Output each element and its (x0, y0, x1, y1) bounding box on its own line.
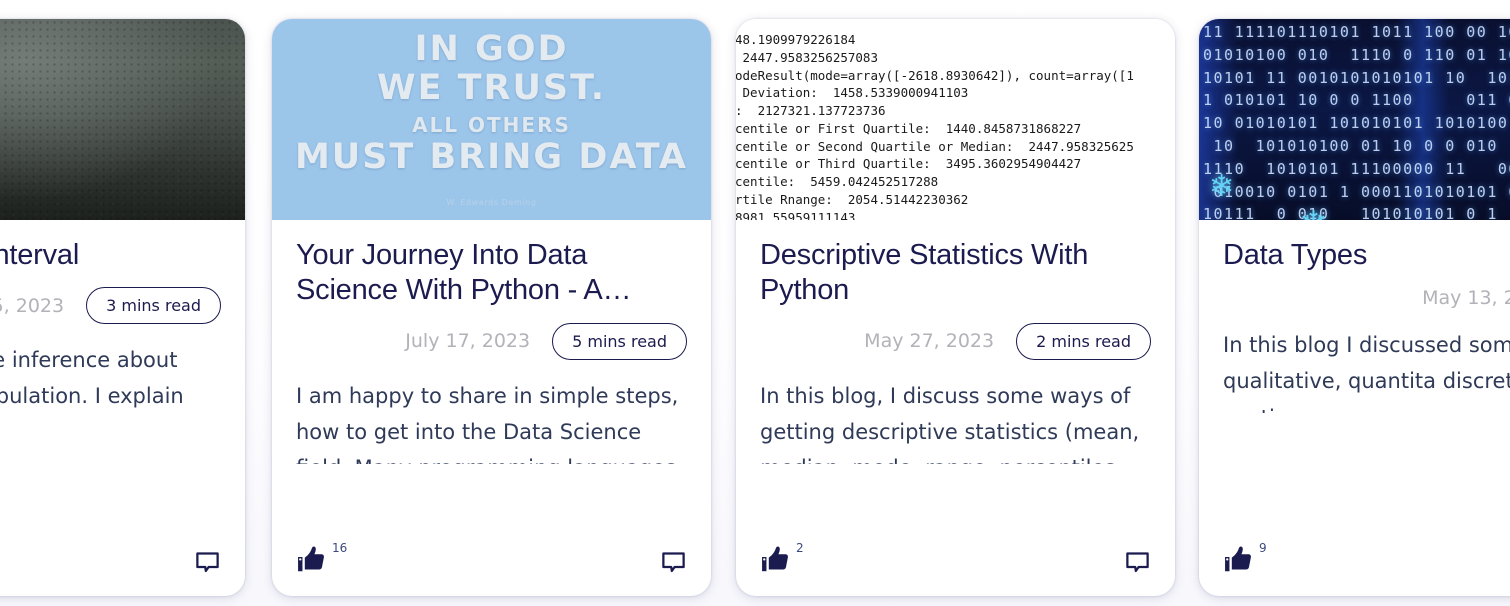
like-group[interactable]: 2 (760, 541, 804, 576)
like-group[interactable]: 16 (296, 541, 348, 576)
publish-date: May 27, 2023 (864, 330, 995, 353)
card-cover-image: 48.1909979226184 2447.9583256257083 odeR… (736, 19, 1175, 220)
quote-line-3: ALL OTHERS (412, 113, 571, 138)
card-footer (0, 538, 245, 596)
like-group[interactable]: 9 (1223, 541, 1267, 576)
publish-date: July 17, 2023 (405, 330, 531, 353)
thumb-up-icon[interactable] (296, 543, 329, 576)
quote-line-2: WE TRUST. (376, 68, 606, 109)
like-count: 16 (332, 541, 348, 555)
thumb-up-icon[interactable] (760, 543, 793, 576)
like-count: 9 (1259, 541, 1267, 555)
quote-attribution: W. Edwards Deming (446, 198, 537, 208)
comment-bubble-icon[interactable] (1124, 549, 1151, 576)
card-meta-row: 5, 2023 3 mins read (0, 287, 221, 325)
card-meta-row: May 13, 2023 (1223, 287, 1510, 309)
publish-date: May 13, 2023 (1422, 287, 1510, 310)
card-footer: 16 (272, 538, 711, 596)
card-title: Testing And Interval (0, 239, 80, 271)
thumb-up-icon[interactable] (1223, 543, 1256, 576)
card-meta-row: May 27, 2023 2 mins read (760, 322, 1151, 360)
blog-card[interactable]: Testing And Interval 5, 2023 3 mins read… (0, 19, 245, 596)
card-meta-row: July 17, 2023 5 mins read (296, 322, 687, 360)
quote-line-4: MUST BRING DATA (294, 137, 689, 178)
card-excerpt: I am happy to share in simple steps, how… (296, 383, 679, 464)
card-excerpt: In this blog, I discuss some ways of get… (760, 383, 1140, 464)
like-count: 2 (796, 541, 804, 555)
card-body: Your Journey Into Data Science With Pyth… (272, 220, 711, 538)
card-title: Your Journey Into Data Science With Pyth… (296, 239, 632, 307)
comment-bubble-icon[interactable] (660, 549, 687, 576)
publish-date: 5, 2023 (0, 294, 65, 317)
read-time-badge: 3 mins read (86, 287, 221, 325)
comment-bubble-icon[interactable] (194, 549, 221, 576)
card-cover-image: IN GOD WE TRUST. ALL OTHERS MUST BRING D… (272, 19, 711, 220)
card-body: Descriptive Statistics With Python May 2… (736, 220, 1175, 538)
blog-card[interactable]: 11 111101110101 1011 100 00 1010 0101010… (1199, 19, 1510, 596)
card-title: Descriptive Statistics With Python (760, 239, 1089, 307)
card-cover-image (0, 19, 245, 220)
card-body: Testing And Interval 5, 2023 3 mins read… (0, 220, 245, 538)
blog-card[interactable]: 48.1909979226184 2447.9583256257083 odeR… (736, 19, 1175, 596)
read-time-badge: 5 mins read (552, 322, 687, 360)
card-footer: 2 (736, 538, 1175, 596)
card-body: Data Types May 13, 2023 In this blog I d… (1199, 220, 1510, 538)
card-excerpt: problems can be inference about one ters… (0, 348, 184, 409)
card-title: Data Types (1223, 239, 1368, 271)
blog-card[interactable]: IN GOD WE TRUST. ALL OTHERS MUST BRING D… (272, 19, 711, 596)
console-output-text: 48.1909979226184 2447.9583256257083 odeR… (736, 32, 1134, 220)
binary-code-text: 11 111101110101 1011 100 00 1010 0101010… (1203, 23, 1510, 220)
card-cover-image: 11 111101110101 1011 100 00 1010 0101010… (1199, 19, 1510, 220)
quote-line-1: IN GOD (414, 29, 569, 69)
card-footer: 9 (1199, 538, 1510, 596)
card-excerpt: In this blog I discussed some types - qu… (1223, 333, 1510, 413)
blog-card-carousel: Testing And Interval 5, 2023 3 mins read… (0, 0, 1510, 606)
read-time-badge: 2 mins read (1016, 322, 1151, 360)
